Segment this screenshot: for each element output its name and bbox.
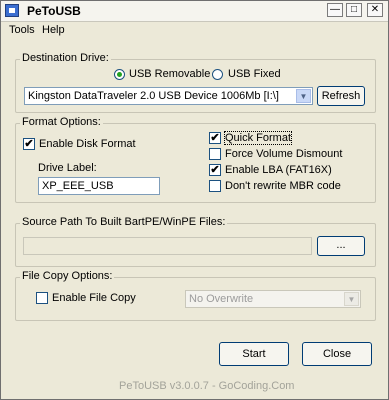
- dont-rewrite-mbr-label: Don't rewrite MBR code: [225, 180, 341, 192]
- chevron-down-icon: ▼: [296, 89, 311, 103]
- close-button[interactable]: Close: [302, 342, 372, 366]
- force-volume-dismount-label: Force Volume Dismount: [225, 148, 343, 160]
- overwrite-select[interactable]: No Overwrite ▼: [185, 290, 361, 308]
- overwrite-select-value: No Overwrite: [189, 293, 254, 305]
- format-options-label: Format Options:: [20, 116, 103, 128]
- enable-file-copy-checkbox[interactable]: [36, 292, 48, 304]
- refresh-button[interactable]: Refresh: [317, 86, 365, 106]
- dont-rewrite-mbr-checkbox[interactable]: [209, 180, 221, 192]
- enable-disk-format-label: Enable Disk Format: [39, 138, 136, 150]
- title-bar: PeToUSB — □ ✕: [1, 1, 388, 22]
- usb-removable-label: USB Removable: [129, 68, 211, 80]
- usb-fixed-label: USB Fixed: [228, 68, 281, 80]
- usb-fixed-radio[interactable]: [212, 69, 223, 80]
- close-window-button[interactable]: ✕: [367, 3, 383, 17]
- close-icon: ✕: [370, 4, 380, 15]
- chevron-down-icon: ▼: [344, 292, 359, 306]
- device-select[interactable]: Kingston DataTraveler 2.0 USB Device 100…: [24, 87, 313, 105]
- menu-help[interactable]: Help: [42, 24, 65, 36]
- menu-tools[interactable]: Tools: [9, 24, 35, 36]
- enable-lba-checkbox[interactable]: [209, 164, 221, 176]
- maximize-button[interactable]: □: [346, 3, 362, 17]
- browse-button[interactable]: ...: [317, 236, 365, 256]
- force-volume-dismount-checkbox[interactable]: [209, 148, 221, 160]
- enable-file-copy-label: Enable File Copy: [52, 292, 136, 304]
- usb-removable-radio[interactable]: [114, 69, 125, 80]
- petousb-window: PeToUSB — □ ✕ Tools Help Destination Dri…: [0, 0, 389, 400]
- enable-lba-label: Enable LBA (FAT16X): [225, 164, 332, 176]
- quick-format-label: Quick Format: [223, 131, 293, 145]
- minimize-icon: —: [330, 4, 340, 15]
- menu-bar: Tools Help: [1, 22, 388, 40]
- maximize-icon: □: [350, 4, 358, 15]
- file-copy-options-label: File Copy Options:: [20, 270, 115, 282]
- start-button[interactable]: Start: [219, 342, 289, 366]
- source-path-label: Source Path To Built BartPE/WinPE Files:: [20, 216, 228, 228]
- source-path-input[interactable]: [23, 237, 312, 255]
- window-title: PeToUSB: [27, 4, 81, 18]
- quick-format-checkbox[interactable]: [209, 132, 221, 144]
- app-icon: [5, 4, 19, 17]
- drive-label-input[interactable]: XP_EEE_USB: [38, 177, 160, 195]
- enable-disk-format-checkbox[interactable]: [23, 138, 35, 150]
- destination-drive-label: Destination Drive:: [20, 52, 111, 64]
- device-select-value: Kingston DataTraveler 2.0 USB Device 100…: [28, 90, 279, 102]
- version-footer: PeToUSB v3.0.0.7 - GoCoding.Com: [119, 380, 295, 392]
- minimize-button[interactable]: —: [327, 3, 343, 17]
- drive-label-title: Drive Label:: [38, 162, 97, 174]
